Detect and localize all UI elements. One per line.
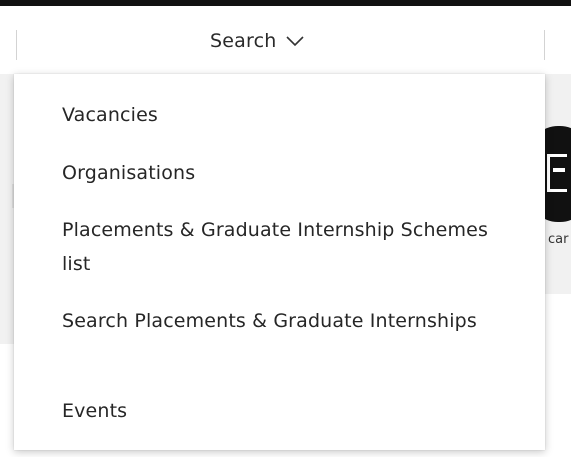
logo-mark	[547, 154, 567, 192]
menu-item-search-placements[interactable]: Search Placements & Graduate Internships	[62, 304, 502, 338]
partial-card-text: car	[548, 232, 569, 247]
menu-item-vacancies[interactable]: Vacancies	[62, 98, 502, 132]
menu-item-events[interactable]: Events	[62, 394, 502, 428]
nav-divider	[16, 30, 17, 60]
search-menu-toggle[interactable]: Search	[210, 26, 305, 56]
nav-bar: Search	[0, 6, 571, 74]
menu-item-organisations[interactable]: Organisations	[62, 156, 502, 190]
search-menu-label: Search	[210, 30, 277, 52]
page-content-gap	[545, 294, 571, 344]
logo-mark	[553, 168, 565, 172]
search-dropdown-menu: Vacancies Organisations Placements & Gra…	[14, 74, 545, 450]
menu-item-placements-schemes-list[interactable]: Placements & Graduate Internship Schemes…	[62, 213, 502, 281]
chevron-down-icon	[286, 36, 305, 47]
nav-divider	[544, 30, 545, 60]
page-left-edge	[0, 74, 14, 344]
